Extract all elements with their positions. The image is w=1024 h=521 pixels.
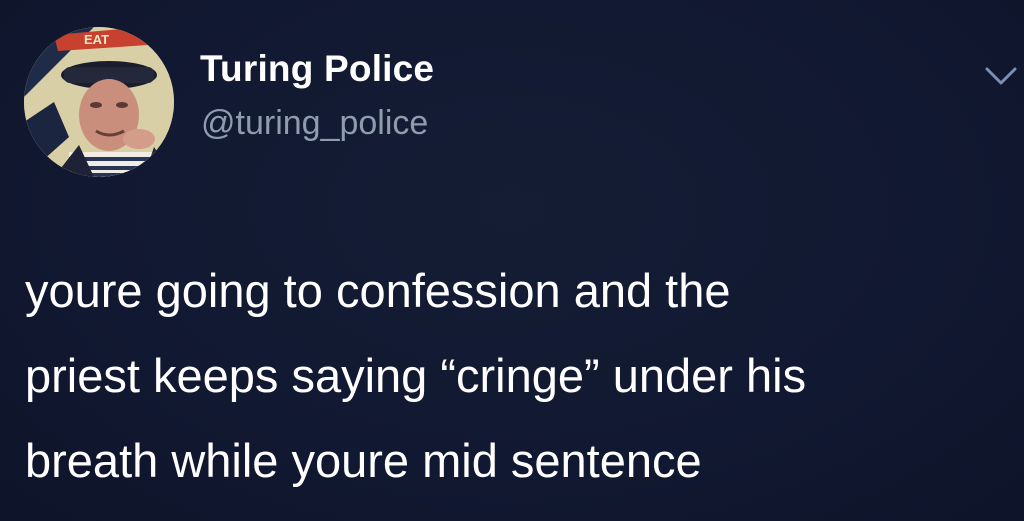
- avatar[interactable]: EAT: [24, 27, 174, 177]
- avatar-banner-text: EAT: [84, 32, 109, 47]
- avatar-image: EAT: [24, 27, 174, 177]
- tweet-text-line: breath while youre mid sentence: [25, 434, 702, 487]
- author-handle[interactable]: @turing_police: [201, 104, 428, 143]
- tweet-text: youre going to confession and the priest…: [25, 248, 1015, 503]
- chevron-down-icon[interactable]: [984, 64, 1018, 88]
- author-display-name[interactable]: Turing Police: [200, 48, 434, 90]
- tweet-text-line: youre going to confession and the: [25, 264, 731, 317]
- tweet-text-line: priest keeps saying “cringe” under his: [25, 349, 807, 402]
- tweet-card: EAT Turing Police @turing_police youre g…: [0, 0, 1024, 521]
